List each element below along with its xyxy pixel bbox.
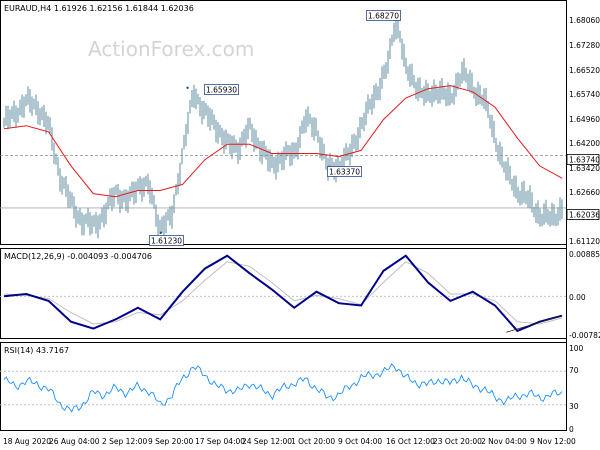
macd-panel-title: MACD(12,26,9) -0.004093 -0.004706 xyxy=(4,252,152,261)
level-price-label: 1.63740 xyxy=(569,156,600,165)
price-tick-label: 1.68060 xyxy=(569,16,600,25)
price-tick-label: 1.67280 xyxy=(569,41,600,50)
time-tick-label: 18 Aug 2020 xyxy=(3,437,51,446)
macd-tick-label: 0.00 xyxy=(569,293,586,302)
callout-label: 1.63370 xyxy=(329,168,360,177)
callout-marker xyxy=(159,231,162,234)
callout-high-1: 1.65930 xyxy=(204,84,239,95)
time-tick-label: 9 Oct 04:00 xyxy=(338,437,382,446)
time-tick-label: 26 Aug 04:00 xyxy=(49,437,100,446)
price-tick-label: 1.63420 xyxy=(569,164,600,173)
macd-tick-label: 0.008859 xyxy=(569,250,600,259)
time-tick-label: 2 Nov 04:00 xyxy=(481,437,527,446)
time-tick-label: 2 Sep 12:00 xyxy=(102,437,148,446)
time-tick-label: 9 Nov 12:00 xyxy=(530,437,576,446)
rsi-panel-title: RSI(14) 43.7167 xyxy=(4,346,69,355)
macd-trendline xyxy=(506,315,563,333)
watermark-text: ActionForex.com xyxy=(88,37,254,61)
callout-low-2: 1.61230 xyxy=(149,235,184,246)
time-tick-label: 23 Oct 20:00 xyxy=(433,437,482,446)
callout-label: 1.61230 xyxy=(151,237,182,246)
macd-plot xyxy=(0,254,566,333)
callout-low-1: 1.63370 xyxy=(327,166,362,177)
callout-marker xyxy=(186,86,189,90)
price-plot xyxy=(0,14,566,239)
rsi-line xyxy=(3,363,563,413)
macd-line xyxy=(3,254,563,333)
rsi-panel-frame xyxy=(0,342,567,431)
macd-panel-frame xyxy=(0,248,567,339)
time-tick-label: 16 Oct 12:00 xyxy=(386,437,435,446)
time-tick-label: 17 Sep 04:00 xyxy=(195,437,245,446)
price-tick-label: 1.62660 xyxy=(569,188,600,197)
time-tick-label: 24 Sep 12:00 xyxy=(242,437,292,446)
current-price-box: 1.62036 xyxy=(566,209,600,220)
level-price-box: 1.63740 xyxy=(566,154,600,165)
rsi-y-ticks: 100 70 30 0 xyxy=(569,344,584,434)
rsi-tick-label: 100 xyxy=(569,344,584,353)
price-tick-label: 1.65740 xyxy=(569,90,600,99)
rsi-tick-label: 0 xyxy=(569,425,574,434)
macd-y-ticks: 0.008859 0.00 -0.007826 xyxy=(569,250,600,340)
callout-high-2: 1.68270 xyxy=(366,10,401,21)
price-tick-label: 1.61120 xyxy=(569,237,600,246)
current-price-label: 1.62036 xyxy=(569,211,600,220)
price-tick-label: 1.64960 xyxy=(569,115,600,124)
rsi-plot xyxy=(0,363,566,413)
price-panel-title: EURAUD,H4 1.61926 1.62156 1.61844 1.6203… xyxy=(4,4,194,13)
time-tick-label: 9 Sep 20:00 xyxy=(148,437,194,446)
callout-label: 1.65930 xyxy=(206,86,237,95)
macd-tick-label: -0.007826 xyxy=(569,331,600,340)
price-tick-label: 1.64200 xyxy=(569,139,600,148)
callout-label: 1.68270 xyxy=(368,12,399,21)
rsi-tick-label: 70 xyxy=(569,366,579,375)
time-tick-label: 1 Oct 20:00 xyxy=(291,437,335,446)
chart-canvas: ActionForex.com EURAUD,H4 1.61926 1.6215… xyxy=(0,0,600,446)
signal-line xyxy=(3,261,563,325)
time-axis: 18 Aug 2020 26 Aug 04:00 2 Sep 12:00 9 S… xyxy=(3,437,576,446)
price-tick-label: 1.66520 xyxy=(569,66,600,75)
rsi-tick-label: 30 xyxy=(569,402,579,411)
